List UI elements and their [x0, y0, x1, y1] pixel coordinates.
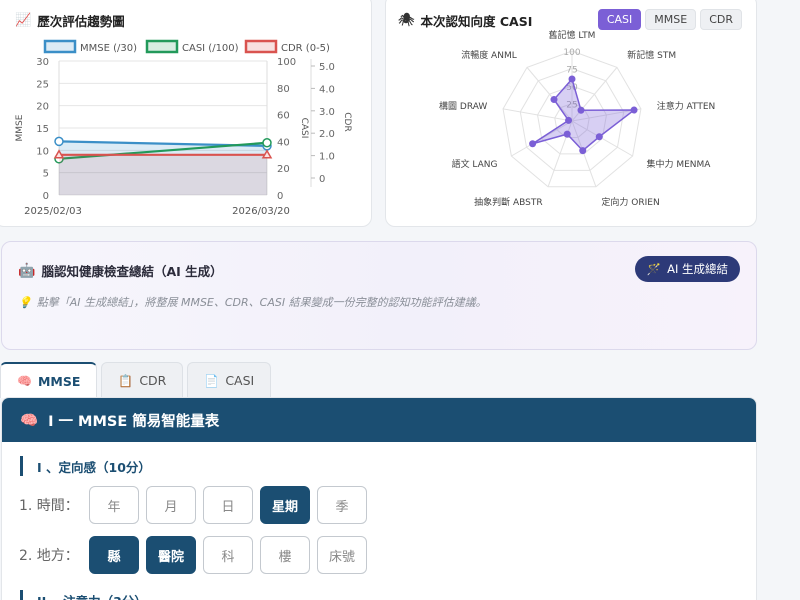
option-season[interactable]: 季 — [317, 486, 367, 524]
radar-axis-label: 新記憶 STM — [627, 49, 676, 61]
brain-icon: 🧠 — [17, 374, 32, 388]
mmse-form-card: 🧠 I 一 MMSE 簡易智能量表 I 、定向感（10分） 1. 時間： 年 月… — [1, 397, 757, 600]
option-bed[interactable]: 床號 — [317, 536, 367, 574]
radar-axis-label: 定向力 ORIEN — [601, 196, 659, 208]
ai-summary-title: 🤖 腦認知健康檢查總結（AI 生成） — [18, 262, 223, 280]
cdr-tick-label: 1.0 — [319, 152, 335, 163]
radar-axis-label: 流暢度 ANML — [461, 49, 517, 61]
cdr-tick-label: 3.0 — [319, 107, 335, 118]
mmse-header: 🧠 I 一 MMSE 簡易智能量表 — [2, 398, 756, 442]
left-axis-title: MMSE — [15, 114, 25, 141]
question-place-row: 2. 地方： 縣 醫院 科 樓 床號 — [19, 536, 374, 574]
radar-data-point — [563, 130, 571, 138]
robot-icon: 🤖 — [18, 262, 36, 279]
magic-wand-icon: 🪄 — [646, 262, 662, 276]
radar-data-point — [577, 106, 585, 114]
series-point — [262, 137, 272, 148]
tab-casi[interactable]: 📄 CASI — [187, 362, 272, 398]
radar-data-point — [565, 116, 573, 124]
ai-generate-button[interactable]: 🪄 AI 生成總結 — [634, 256, 740, 282]
cdr-tick-label: 4.0 — [319, 84, 335, 95]
right-tick-label: 80 — [277, 84, 290, 95]
section-attention-title: II 、注意力（3分） — [20, 590, 147, 600]
cdr-tick-label: 0 — [319, 174, 325, 185]
right-tick-label: 40 — [277, 137, 290, 148]
section-orientation-title: I 、定向感（10分） — [20, 456, 151, 476]
radar-data-point — [550, 96, 558, 104]
radar-data-point — [595, 133, 603, 141]
left-tick-label: 0 — [43, 191, 49, 202]
right-tick-label: 20 — [277, 164, 290, 175]
lightbulb-icon: 💡 — [18, 295, 32, 309]
ai-summary-hint: 💡 點擊「AI 生成總結」，將整展 MMSE、CDR、CASI 結果變成一份完整… — [18, 295, 487, 310]
legend-swatch — [244, 39, 278, 54]
radar-data-point — [630, 106, 638, 114]
cdr-axis-title: CDR — [342, 112, 352, 131]
left-tick-label: 30 — [36, 57, 49, 68]
radar-tick-label: 75 — [566, 66, 577, 76]
left-tick-label: 10 — [36, 146, 49, 157]
assessment-tabs: 🧠 MMSE 📋 CDR 📄 CASI — [0, 362, 272, 398]
trend-chart-card: 📈 歷次評估趨勢圖 MMSE (/30) CASI (/100) CDR (0-5)… — [0, 0, 372, 227]
radar-axis-label: 舊記憶 LTM — [549, 29, 596, 41]
cdr-tick-label: 2.0 — [319, 129, 335, 140]
right-tick-label: 60 — [277, 111, 290, 122]
left-tick-label: 25 — [36, 79, 49, 90]
radar-axis-label: 注意力 ATTEN — [657, 100, 716, 112]
tab-mmse[interactable]: 🧠 MMSE — [0, 362, 98, 398]
radar-data-point — [529, 140, 537, 148]
ai-summary-card: 🤖 腦認知健康檢查總結（AI 生成） 🪄 AI 生成總結 💡 點擊「AI 生成總… — [1, 241, 757, 350]
question-place-label: 2. 地方： — [19, 548, 79, 564]
right-tick-label: 0 — [277, 191, 283, 202]
radar-axis-label: 抽象判斷 ABSTR — [474, 196, 543, 208]
x-tick-label: 2025/02/03 — [24, 206, 82, 217]
question-time-row: 1. 時間： 年 月 日 星期 季 — [19, 486, 374, 524]
legend-label: MMSE (/30) — [80, 43, 137, 54]
option-year[interactable]: 年 — [89, 486, 139, 524]
clipboard-icon: 📋 — [118, 373, 134, 388]
radar-chart-card: 🕷 本次認知向度 CASI CASI MMSE CDR 25 50 75 100 舊記憶… — [385, 0, 757, 227]
left-tick-label: 5 — [43, 169, 49, 180]
radar-chart: 255075100舊記憶 LTM新記憶 STM注意力 ATTEN集中力 MENM… — [439, 29, 716, 208]
series-point — [54, 136, 64, 147]
legend-label: CDR (0-5) — [281, 43, 330, 54]
option-floor[interactable]: 樓 — [260, 536, 310, 574]
radar-data-point — [568, 75, 576, 83]
option-county[interactable]: 縣 — [89, 536, 139, 574]
right-axis-title: CASI — [299, 118, 309, 139]
option-day[interactable]: 日 — [203, 486, 253, 524]
series-area — [59, 154, 267, 195]
cdr-tick-label: 5.0 — [319, 62, 335, 73]
radar-axis-label: 構圖 DRAW — [439, 100, 487, 112]
x-tick-label: 2026/03/20 — [232, 206, 290, 217]
option-weekday[interactable]: 星期 — [260, 486, 310, 524]
right-tick-label: 100 — [277, 57, 296, 68]
radar-axis-label: 語文 LANG — [452, 158, 498, 170]
radar-axis-label: 集中力 MENMA — [646, 158, 711, 170]
left-tick-label: 15 — [36, 124, 49, 135]
radar-data-point — [579, 147, 587, 155]
file-chart-icon: 📄 — [204, 373, 220, 388]
legend-label: CASI (/100) — [182, 43, 239, 54]
trend-chart: MMSE (/30) CASI (/100) CDR (0-5)0510152025… — [15, 39, 352, 217]
legend-swatch — [43, 39, 77, 54]
question-time-label: 1. 時間： — [19, 498, 79, 514]
brain-icon: 🧠 — [20, 412, 39, 429]
legend-swatch — [145, 39, 179, 54]
radar-tick-label: 100 — [563, 48, 580, 58]
tab-cdr[interactable]: 📋 CDR — [101, 362, 184, 398]
option-hospital[interactable]: 醫院 — [146, 536, 196, 574]
left-tick-label: 20 — [36, 102, 49, 113]
option-department[interactable]: 科 — [203, 536, 253, 574]
option-month[interactable]: 月 — [146, 486, 196, 524]
